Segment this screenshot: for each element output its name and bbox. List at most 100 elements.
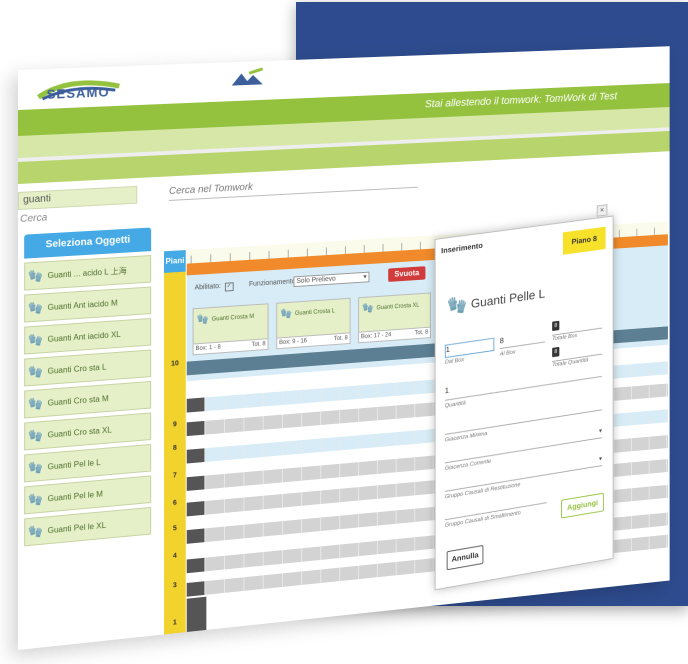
shelf-cell[interactable] bbox=[245, 495, 264, 511]
level-label[interactable]: 4 bbox=[164, 552, 186, 561]
sidebar-item[interactable]: 🧤 Guanti Cro sta L bbox=[24, 349, 152, 387]
shelf-cell[interactable] bbox=[416, 379, 434, 395]
shelf-cell[interactable] bbox=[650, 409, 668, 424]
shelf-cell[interactable] bbox=[303, 388, 322, 404]
shelf-cell[interactable] bbox=[378, 405, 397, 421]
shelf-cell[interactable] bbox=[341, 385, 360, 401]
shelf-cell[interactable] bbox=[206, 555, 225, 572]
shelf-cell[interactable] bbox=[378, 510, 397, 526]
shelf-cell[interactable] bbox=[615, 364, 633, 379]
shelf-cell[interactable] bbox=[632, 384, 650, 400]
shelf-cell[interactable] bbox=[245, 470, 264, 486]
shelf-cell[interactable] bbox=[303, 490, 322, 506]
shelf-cell[interactable] bbox=[632, 514, 650, 529]
shelf-cell[interactable] bbox=[650, 361, 668, 376]
shelf-cell[interactable] bbox=[360, 512, 378, 528]
shelf-cell[interactable] bbox=[322, 515, 341, 531]
shelf-cell[interactable] bbox=[378, 483, 397, 499]
shelf-cell[interactable] bbox=[632, 460, 650, 476]
shelf-cell[interactable] bbox=[283, 548, 303, 564]
shelf-cell[interactable] bbox=[322, 488, 341, 504]
shelf-cell[interactable] bbox=[650, 534, 668, 550]
shelf-cell[interactable] bbox=[303, 546, 322, 562]
shelf-cell[interactable] bbox=[341, 565, 360, 581]
level-label[interactable]: 9 bbox=[164, 420, 186, 429]
shelf-cell[interactable] bbox=[283, 519, 303, 535]
shelf-cell[interactable] bbox=[378, 539, 397, 555]
shelf-cell[interactable] bbox=[632, 486, 650, 502]
shelf-cell[interactable] bbox=[650, 484, 668, 500]
shelf-cell[interactable] bbox=[245, 416, 264, 432]
shelf-cell[interactable] bbox=[206, 526, 225, 542]
shelf-cell[interactable] bbox=[341, 487, 360, 503]
shelf-cell[interactable] bbox=[650, 512, 668, 528]
shelf-cell[interactable] bbox=[378, 432, 397, 448]
shelf-cell[interactable] bbox=[264, 468, 283, 484]
shelf-cell[interactable] bbox=[632, 436, 650, 452]
bin-card[interactable]: 🧤 Guanti Crosta L Box: 9 - 16 Tot. 8 bbox=[276, 297, 351, 350]
shelf-cell[interactable] bbox=[397, 381, 416, 396]
shelf-cell[interactable] bbox=[650, 459, 668, 474]
mode-select[interactable]: Solo Prelievo ▾ bbox=[293, 271, 370, 288]
al-box-input[interactable]: 8 bbox=[499, 330, 545, 350]
shelf-cell[interactable] bbox=[416, 480, 434, 496]
shelf-cell[interactable] bbox=[283, 413, 303, 429]
shelf-cell[interactable] bbox=[225, 472, 245, 488]
shelf-cell[interactable] bbox=[186, 501, 206, 517]
shelf-cell[interactable] bbox=[615, 462, 633, 477]
shelf-cell[interactable] bbox=[360, 485, 378, 501]
shelf-cell[interactable] bbox=[283, 571, 303, 587]
close-icon[interactable]: × bbox=[596, 204, 608, 217]
shelf-cell[interactable] bbox=[322, 386, 341, 402]
shelf-cell[interactable] bbox=[245, 392, 264, 408]
shelf-cell[interactable] bbox=[360, 433, 378, 449]
shelf-cell[interactable] bbox=[397, 537, 416, 553]
shelf-cell[interactable] bbox=[206, 395, 225, 412]
shelf-cell[interactable] bbox=[225, 577, 245, 593]
shelf-cell[interactable] bbox=[397, 403, 416, 419]
sidebar-item[interactable]: 🧤 Guanti Cro sta M bbox=[24, 380, 152, 419]
shelf-cell[interactable] bbox=[615, 412, 633, 427]
shelf-cell[interactable] bbox=[303, 465, 322, 481]
level-1-block[interactable] bbox=[186, 596, 207, 642]
shelf-cell[interactable] bbox=[264, 521, 283, 537]
shelf-cell[interactable] bbox=[416, 455, 434, 471]
shelf-cell[interactable] bbox=[615, 515, 633, 531]
level-label[interactable]: 1 bbox=[164, 618, 186, 627]
shelf-cell[interactable] bbox=[245, 443, 264, 459]
shelf-cell[interactable] bbox=[264, 391, 283, 407]
shelf-cell[interactable] bbox=[225, 444, 245, 461]
shelf-cell[interactable] bbox=[303, 411, 322, 427]
shelf-cell[interactable] bbox=[632, 536, 650, 552]
search-input[interactable]: guanti bbox=[18, 185, 138, 210]
shelf-cell[interactable] bbox=[650, 383, 668, 398]
shelf-cell[interactable] bbox=[186, 528, 206, 544]
shelf-cell[interactable] bbox=[206, 499, 225, 515]
shelf-cell[interactable] bbox=[225, 524, 245, 541]
shelf-cell[interactable] bbox=[303, 517, 322, 533]
shelf-cell[interactable] bbox=[186, 581, 206, 597]
shelf-cell[interactable] bbox=[397, 481, 416, 497]
level-label[interactable]: 7 bbox=[164, 471, 186, 480]
shelf-cell[interactable] bbox=[206, 579, 225, 595]
shelf-cell[interactable] bbox=[206, 446, 225, 462]
shelf-cell[interactable] bbox=[264, 573, 283, 589]
shelf-cell[interactable] bbox=[225, 553, 245, 570]
shelf-cell[interactable] bbox=[225, 394, 245, 410]
shelf-cell[interactable] bbox=[303, 569, 322, 585]
shelf-cell[interactable] bbox=[397, 457, 416, 473]
level-label[interactable]: 3 bbox=[164, 581, 186, 590]
bin-card[interactable]: 🧤 Guanti Crosta M Box: 1 - 8 Tot. 8 bbox=[192, 303, 269, 356]
shelf-cell[interactable] bbox=[186, 557, 206, 574]
level-label[interactable]: 5 bbox=[164, 524, 186, 533]
shelf-cell[interactable] bbox=[416, 402, 434, 418]
shelf-cell[interactable] bbox=[283, 440, 303, 456]
svuota-button[interactable]: Svuota bbox=[388, 266, 426, 282]
tomwork-search-input[interactable]: Cerca nel Tomwork bbox=[169, 182, 253, 197]
shelf-cell[interactable] bbox=[397, 508, 416, 524]
shelf-cell[interactable] bbox=[245, 575, 264, 591]
shelf-cell[interactable] bbox=[341, 462, 360, 478]
shelf-cell[interactable] bbox=[378, 382, 397, 398]
shelf-cell[interactable] bbox=[360, 563, 378, 580]
shelf-cell[interactable] bbox=[650, 435, 668, 450]
